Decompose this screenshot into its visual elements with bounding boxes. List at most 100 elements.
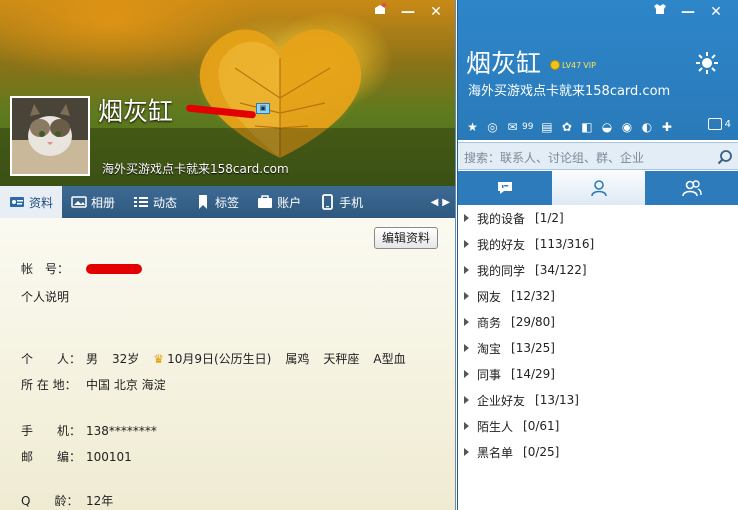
tab-conversations[interactable]: [458, 171, 552, 205]
video-icon[interactable]: ◐: [638, 118, 655, 135]
group-name: 商务: [477, 315, 502, 330]
group-name: 淘宝: [477, 341, 502, 356]
group-people-icon: [682, 180, 702, 197]
qq-app-icons: ★ ◎ ✉ 99 ▤ ✿ ◧ ◒ ◉ ◐ ✚: [464, 118, 675, 135]
tab-label: 账户: [277, 195, 302, 210]
group-count: [113/316]: [535, 237, 595, 251]
wallet-icon[interactable]: ▤: [538, 118, 555, 135]
music-icon[interactable]: ◉: [618, 118, 635, 135]
field-label: 所 在 地：: [21, 378, 77, 392]
qq-window-controls: — ✕: [646, 2, 730, 22]
level-badge[interactable]: LV47 VIP: [550, 60, 596, 70]
tab-phone[interactable]: 手机: [310, 186, 372, 218]
expand-arrow-icon: [464, 344, 469, 352]
tab-album[interactable]: 相册: [62, 186, 124, 218]
tab-profile[interactable]: 资料: [0, 186, 63, 218]
skin-icon[interactable]: [366, 2, 394, 22]
profile-window: — ✕ 烟灰缸 ▣ 海外买游戏点卡就来158card.com 资料 相册 动态 …: [0, 0, 456, 510]
qq-nickname: 烟灰缸: [466, 49, 542, 78]
list-item[interactable]: 陌生人 [0/61]: [458, 413, 738, 439]
group-name: 我的设备: [477, 211, 526, 226]
crown-icon: ♛: [153, 351, 165, 366]
tab-scroll-arrows: ◀ ▶: [431, 197, 455, 208]
search-input[interactable]: 搜索：联系人、讨论组、群、企业: [464, 149, 644, 166]
list-item[interactable]: 同事 [14/29]: [458, 361, 738, 387]
expand-arrow-icon: [464, 318, 469, 326]
tab-account[interactable]: 账户: [248, 186, 310, 218]
group-count: [14/29]: [511, 367, 555, 381]
contact-group-list: 我的设备 [1/2] 我的好友 [113/316] 我的同学 [34/122] 网友 […: [458, 205, 738, 510]
vip-badge-icon[interactable]: ▣: [256, 103, 270, 114]
group-count: [13/25]: [511, 341, 555, 355]
group-count: [12/32]: [511, 289, 555, 303]
group-count: [0/61]: [523, 419, 560, 433]
minimize-button[interactable]: —: [394, 2, 422, 22]
phone-icon: [322, 194, 333, 210]
shop-icon[interactable]: ◧: [578, 118, 595, 135]
group-name: 企业好友: [477, 393, 526, 408]
qage-row: Q 龄： 12年: [21, 492, 113, 509]
gift-icon[interactable]: ✿: [558, 118, 575, 135]
field-label: Q 龄：: [21, 494, 79, 508]
bio-row: 个人说明: [21, 288, 69, 305]
field-label: 帐 号：: [21, 262, 70, 276]
group-count: [13/13]: [535, 393, 579, 407]
location-row: 所 在 地： 中国 北京 海淀: [21, 376, 166, 393]
feed-icon: [134, 197, 149, 207]
skin-icon[interactable]: [646, 2, 674, 22]
tab-label: 标签: [215, 195, 240, 210]
add-app-icon[interactable]: ✚: [658, 118, 675, 135]
list-item[interactable]: 我的同学 [34/122]: [458, 257, 738, 283]
game-icon[interactable]: ◒: [598, 118, 615, 135]
field-label: 邮 编：: [21, 450, 82, 464]
close-button[interactable]: ✕: [422, 2, 450, 22]
cat-avatar-image: [12, 98, 88, 174]
expand-arrow-icon: [464, 292, 469, 300]
profile-signature[interactable]: 海外买游戏点卡就来158card.com: [102, 160, 289, 177]
qzone-star-icon[interactable]: ★: [464, 118, 481, 135]
group-count: [29/80]: [511, 315, 555, 329]
bookmark-icon: [199, 195, 208, 209]
tab-label: 手机: [339, 195, 364, 210]
contact-search[interactable]: 搜索：联系人、讨论组、群、企业: [458, 142, 738, 170]
avatar[interactable]: [10, 96, 90, 176]
tab-tags[interactable]: 标签: [186, 186, 248, 218]
tab-feed[interactable]: 动态: [124, 186, 186, 218]
birthday-value: 10月9日(公历生日): [167, 352, 272, 366]
tab-groups[interactable]: [645, 171, 738, 205]
list-item[interactable]: 黑名单 [0/25]: [458, 439, 738, 465]
search-circle-icon[interactable]: ◎: [484, 118, 501, 135]
expand-arrow-icon: [464, 214, 469, 222]
wallet-icon: [258, 195, 273, 208]
qq-signature[interactable]: 海外买游戏点卡就来158card.com: [468, 80, 670, 99]
search-icon[interactable]: [717, 149, 733, 165]
level-text: LV47: [562, 60, 582, 70]
group-count: [1/2]: [535, 211, 564, 225]
message-box[interactable]: 4: [707, 118, 731, 130]
close-button[interactable]: ✕: [702, 2, 730, 22]
group-name: 网友: [477, 289, 502, 304]
mail-icon[interactable]: ✉: [504, 118, 521, 135]
tab-contacts[interactable]: [551, 171, 646, 205]
list-item[interactable]: 我的好友 [113/316]: [458, 231, 738, 257]
weather-sun-icon[interactable]: [696, 52, 718, 74]
mobile-row: 手 机： 138********: [21, 422, 157, 439]
list-item[interactable]: 企业好友 [13/13]: [458, 387, 738, 413]
list-item[interactable]: 商务 [29/80]: [458, 309, 738, 335]
edit-profile-button[interactable]: 编辑资料: [374, 227, 438, 249]
age-value: 32岁: [112, 352, 140, 366]
minimize-button[interactable]: —: [674, 2, 702, 22]
list-item[interactable]: 网友 [12/32]: [458, 283, 738, 309]
scroll-right-icon[interactable]: ▶: [442, 197, 450, 208]
postcode-row: 邮 编： 100101: [21, 448, 132, 465]
blood-value: A型血: [373, 352, 406, 366]
scroll-left-icon[interactable]: ◀: [431, 197, 439, 208]
tab-label: 相册: [91, 195, 116, 210]
profile-nickname: 烟灰缸: [98, 97, 174, 126]
location-value: 中国 北京 海淀: [86, 378, 166, 392]
profile-details: 编辑资料 帐 号： 个人说明 个 人： 男 32岁 ♛ 10月9日(公历生日) …: [0, 218, 455, 510]
list-item[interactable]: 我的设备 [1/2]: [458, 205, 738, 231]
list-item[interactable]: 淘宝 [13/25]: [458, 335, 738, 361]
message-box-icon: [707, 118, 722, 130]
gender-value: 男: [86, 352, 99, 366]
